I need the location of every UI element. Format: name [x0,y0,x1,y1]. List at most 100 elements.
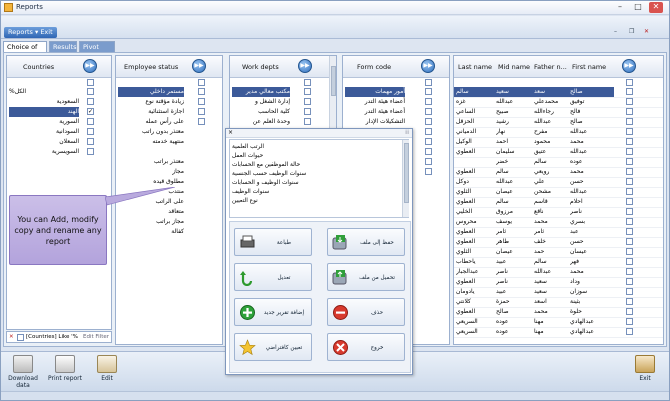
table-cell[interactable]: حمزة [496,297,532,307]
table-cell[interactable]: السريعي [456,317,492,327]
table-cell[interactable]: محمد [570,137,606,147]
table-cell[interactable]: فالح [570,107,606,117]
table-cell[interactable]: العطوي [456,227,492,237]
row-checkbox[interactable] [626,108,633,115]
list-item[interactable]: مجاز [118,167,184,177]
form-code-apply-icon[interactable]: ▶▶ [421,59,435,73]
checkbox[interactable] [425,108,432,115]
list-item-selected[interactable]: أمور مهمات [345,87,405,97]
table-cell[interactable]: عيصان [496,247,532,257]
table-cell[interactable]: بثينة [570,297,606,307]
row-checkbox[interactable] [626,88,633,95]
table-cell[interactable]: بسري [570,217,606,227]
table-cell[interactable]: عبدالله [570,147,606,157]
table-cell[interactable]: الثلوي [456,247,492,257]
row-checkbox[interactable] [626,158,633,165]
list-item[interactable]: مجاز براتب [118,217,184,227]
table-cell[interactable]: سالم [496,167,532,177]
checkbox[interactable] [425,118,432,125]
table-cell[interactable]: محمود [534,137,570,147]
checkbox[interactable] [425,128,432,135]
table-cell[interactable]: ثامر [534,227,570,237]
table-cell[interactable]: سالم [456,87,492,97]
table-cell[interactable]: السريعي [456,327,492,337]
table-cell[interactable]: سالم [534,257,570,267]
print-button[interactable]: طباعة [234,228,312,256]
table-cell[interactable]: الوكيل [456,137,492,147]
scroll-thumb[interactable] [404,143,409,203]
countries-select-all-checkbox[interactable] [87,79,94,86]
ribbon-minimize-icon[interactable]: – [614,28,617,35]
load-from-file-button[interactable]: تحميل من ملف [327,263,405,291]
checkbox[interactable] [304,88,311,95]
work-depts-select-all-checkbox[interactable] [304,79,311,86]
list-item[interactable]: الكل% [9,87,79,97]
list-item[interactable]: السويسرية [9,147,79,157]
table-cell[interactable]: عوده [570,157,606,167]
table-cell[interactable]: محمد [534,217,570,227]
checkbox[interactable] [87,138,94,145]
table-cell[interactable]: عتيق [534,147,570,157]
first-name-header[interactable]: First name [572,63,606,71]
row-checkbox[interactable] [626,118,633,125]
saved-report-item[interactable]: سنوات الوظيف [232,188,269,196]
table-cell[interactable]: سعيد [534,277,570,287]
checkbox[interactable] [425,98,432,105]
table-cell[interactable]: عبيد [496,257,532,267]
table-cell[interactable]: عبدالهادي [570,317,606,327]
checkbox[interactable] [198,88,205,95]
table-cell[interactable]: سعيد [534,287,570,297]
saved-report-item[interactable]: سنوات الوظيف حسب الجنسية [232,170,306,178]
table-cell[interactable]: العطوي [456,277,492,287]
list-item[interactable]: كلية الحاسب [232,107,290,117]
reports-menu-button[interactable]: Reports ▾ Exit [4,27,57,38]
list-item[interactable]: السعلان [9,137,79,147]
list-item[interactable]: معتذر براتب [118,157,184,167]
table-cell[interactable]: ناصر [570,207,606,217]
table-cell[interactable]: سوزان [570,287,606,297]
popup-grip-icon[interactable]: ⁞⁞ [405,129,409,136]
table-cell[interactable]: عبدالله [496,97,532,107]
list-item[interactable]: متعاقد [118,207,184,217]
table-cell[interactable]: الحزقل [456,117,492,127]
table-cell[interactable]: قاسم [534,197,570,207]
table-cell[interactable]: عبدالله [534,117,570,127]
table-cell[interactable]: العطوي [456,307,492,317]
row-checkbox[interactable] [626,148,633,155]
table-cell[interactable]: نهار [496,127,532,137]
table-cell[interactable]: سعيد [496,87,532,97]
checkbox[interactable] [304,118,311,125]
row-checkbox[interactable] [626,128,633,135]
scroll-thumb[interactable] [331,66,336,96]
employee-status-select-all-checkbox[interactable] [198,79,205,86]
row-checkbox[interactable] [626,198,633,205]
table-cell[interactable]: ياحطاب [456,257,492,267]
table-cell[interactable]: مهنا [534,317,570,327]
clear-filter-icon[interactable]: ✕ [9,332,14,343]
list-item[interactable]: السورية [9,117,79,127]
table-cell[interactable]: عوده [496,317,532,327]
table-cell[interactable]: مهنا [534,327,570,337]
table-cell[interactable]: مشحن [534,187,570,197]
tab-results[interactable]: Results [49,41,77,52]
print-report-button[interactable]: Print report [45,353,85,387]
table-cell[interactable]: سالم [534,157,570,167]
row-checkbox[interactable] [626,178,633,185]
set-default-button[interactable]: تعيين كافتراضي [234,333,312,361]
table-cell[interactable]: عبدالجبار [456,267,492,277]
table-cell[interactable]: مفرح [534,127,570,137]
close-button[interactable]: ✕ [649,2,663,13]
checkbox[interactable] [87,128,94,135]
table-cell[interactable]: حسن [570,237,606,247]
list-item[interactable]: منتهية خدمته [118,137,184,147]
employee-status-apply-icon[interactable]: ▶▶ [192,59,206,73]
mid-name-header[interactable]: Mid name [498,63,530,71]
table-cell[interactable]: كلانتي [456,297,492,307]
row-checkbox[interactable] [626,288,633,295]
table-cell[interactable]: العطوي [456,147,492,157]
row-checkbox[interactable] [626,188,633,195]
list-item[interactable]: وحدة العلم عن [232,117,290,127]
new-report-button[interactable]: إضافة تقرير جديد [234,298,312,326]
table-cell[interactable]: محمد [570,167,606,177]
list-item[interactable]: على رأس عمله [118,117,184,127]
